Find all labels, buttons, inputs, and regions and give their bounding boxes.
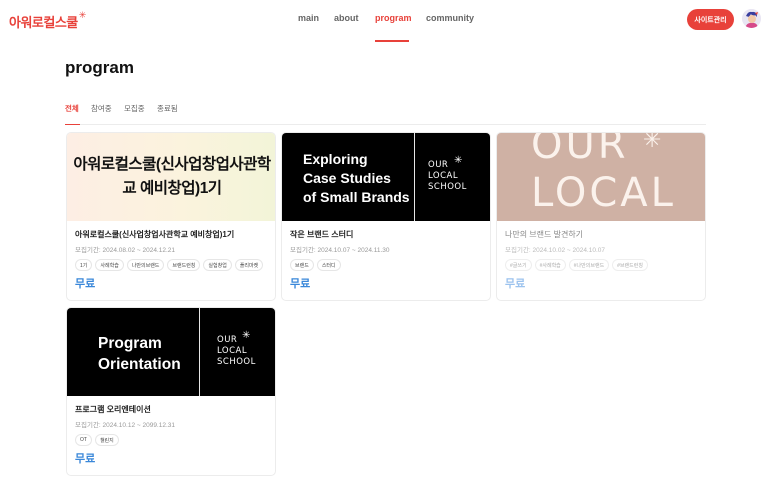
tag: #사례학습 (534, 259, 566, 271)
program-card[interactable]: Exploring Case Studies of Small Brands O… (281, 132, 491, 301)
tag-list: 1기 사례학습 나만의브랜드 브랜드런칭 실험창업 플리마켓 (75, 259, 264, 271)
thumbnail-title: 아워로컬스쿨(신사업창업사관학교 예비창업)1기 (73, 156, 271, 197)
top-header: 아워로컬스쿨 ✳ main about program community 사이… (0, 0, 773, 42)
program-card[interactable]: Program Orientation OUR LOCAL SCHOOL ✳ 프… (66, 307, 276, 476)
logo-star-icon: ✳ (78, 9, 87, 20)
program-thumbnail: Exploring Case Studies of Small Brands O… (282, 133, 490, 221)
tag: 브랜드 (290, 259, 314, 271)
site-admin-button[interactable]: 사이트관리 (687, 9, 734, 30)
logo-text: 아워로컬스쿨 (9, 14, 78, 30)
price-label: 무료 (75, 278, 96, 290)
star-icon: ✳ (643, 133, 662, 152)
tag: 플리마켓 (234, 259, 264, 271)
tag-list: #글쓰기 #사례학습 #나만의브랜드 #브랜드런칭 (505, 259, 648, 271)
recruit-period: 모집기간: 2024.10.07 ~ 2024.11.30 (290, 247, 390, 254)
program-thumbnail: OUR LOCAL ✳ (497, 133, 705, 221)
thumbnail-title: Exploring Case Studies of Small Brands (303, 151, 410, 205)
tag-list: 브랜드 스터디 (290, 259, 341, 271)
avatar-character-icon (742, 9, 761, 28)
program-title: 프로그램 오리엔테이션 (75, 405, 151, 414)
tag-list: OT 챌린지 (75, 434, 119, 446)
price-label: 무료 (75, 453, 96, 465)
tag: #글쓰기 (505, 259, 532, 271)
tab-recruiting[interactable]: 모집중 (124, 103, 145, 114)
thumbnail-divider (414, 133, 415, 221)
tag: 실험창업 (203, 259, 232, 271)
page-title: program (65, 58, 134, 77)
program-card[interactable]: 아워로컬스쿨(신사업창업사관학교 예비창업)1기 아워로컬스쿨(신사업창업사관학… (66, 132, 276, 301)
recruit-period: 모집기간: 2024.10.12 ~ 2099.12.31 (75, 422, 176, 429)
recruit-period: 모집기간: 2024.10.02 ~ 2024.10.07 (505, 247, 606, 254)
tag: #나만의브랜드 (568, 259, 610, 271)
program-thumbnail: Program Orientation OUR LOCAL SCHOOL ✳ (67, 308, 275, 396)
nav-program[interactable]: program (375, 13, 412, 23)
tab-participating[interactable]: 참여중 (91, 103, 112, 114)
thumbnail-divider (199, 308, 200, 396)
tab-active-indicator (65, 123, 80, 125)
tab-closed[interactable]: 종료됨 (157, 103, 178, 114)
program-title: 작은 브랜드 스터디 (290, 230, 354, 239)
tag: #브랜드런칭 (612, 259, 648, 271)
user-avatar[interactable] (742, 9, 761, 28)
program-card[interactable]: OUR LOCAL ✳ 나만의 브랜드 발견하기 모집기간: 2024.10.0… (496, 132, 706, 301)
price-label: 무료 (290, 278, 311, 290)
tab-all[interactable]: 전체 (65, 103, 79, 114)
tag: 나만의브랜드 (126, 259, 165, 271)
nav-active-indicator (375, 40, 409, 42)
tag: 챌린지 (94, 434, 119, 446)
tag: 1기 (75, 259, 93, 271)
star-icon: ✳ (242, 330, 251, 341)
tag: OT (75, 434, 92, 446)
program-thumbnail: 아워로컬스쿨(신사업창업사관학교 예비창업)1기 (67, 133, 275, 221)
tag: 스터디 (316, 259, 341, 271)
tag: 브랜드런칭 (167, 259, 201, 271)
program-title: 나만의 브랜드 발견하기 (505, 230, 584, 239)
nav-about[interactable]: about (334, 13, 359, 23)
site-logo[interactable]: 아워로컬스쿨 ✳ (9, 10, 86, 32)
nav-community[interactable]: community (426, 13, 474, 23)
program-title: 아워로컬스쿨(신사업창업사관학교 예비창업)1기 (75, 230, 235, 239)
tag: 사례학습 (95, 259, 124, 271)
recruit-period: 모집기간: 2024.08.02 ~ 2024.12.21 (75, 247, 176, 254)
thumbnail-title: Program Orientation (98, 335, 181, 373)
nav-main[interactable]: main (298, 13, 319, 23)
star-icon: ✳ (454, 155, 463, 166)
program-filter-tabs: 전체 참여중 모집중 종료됨 (65, 96, 706, 125)
price-label: 무료 (505, 278, 526, 290)
